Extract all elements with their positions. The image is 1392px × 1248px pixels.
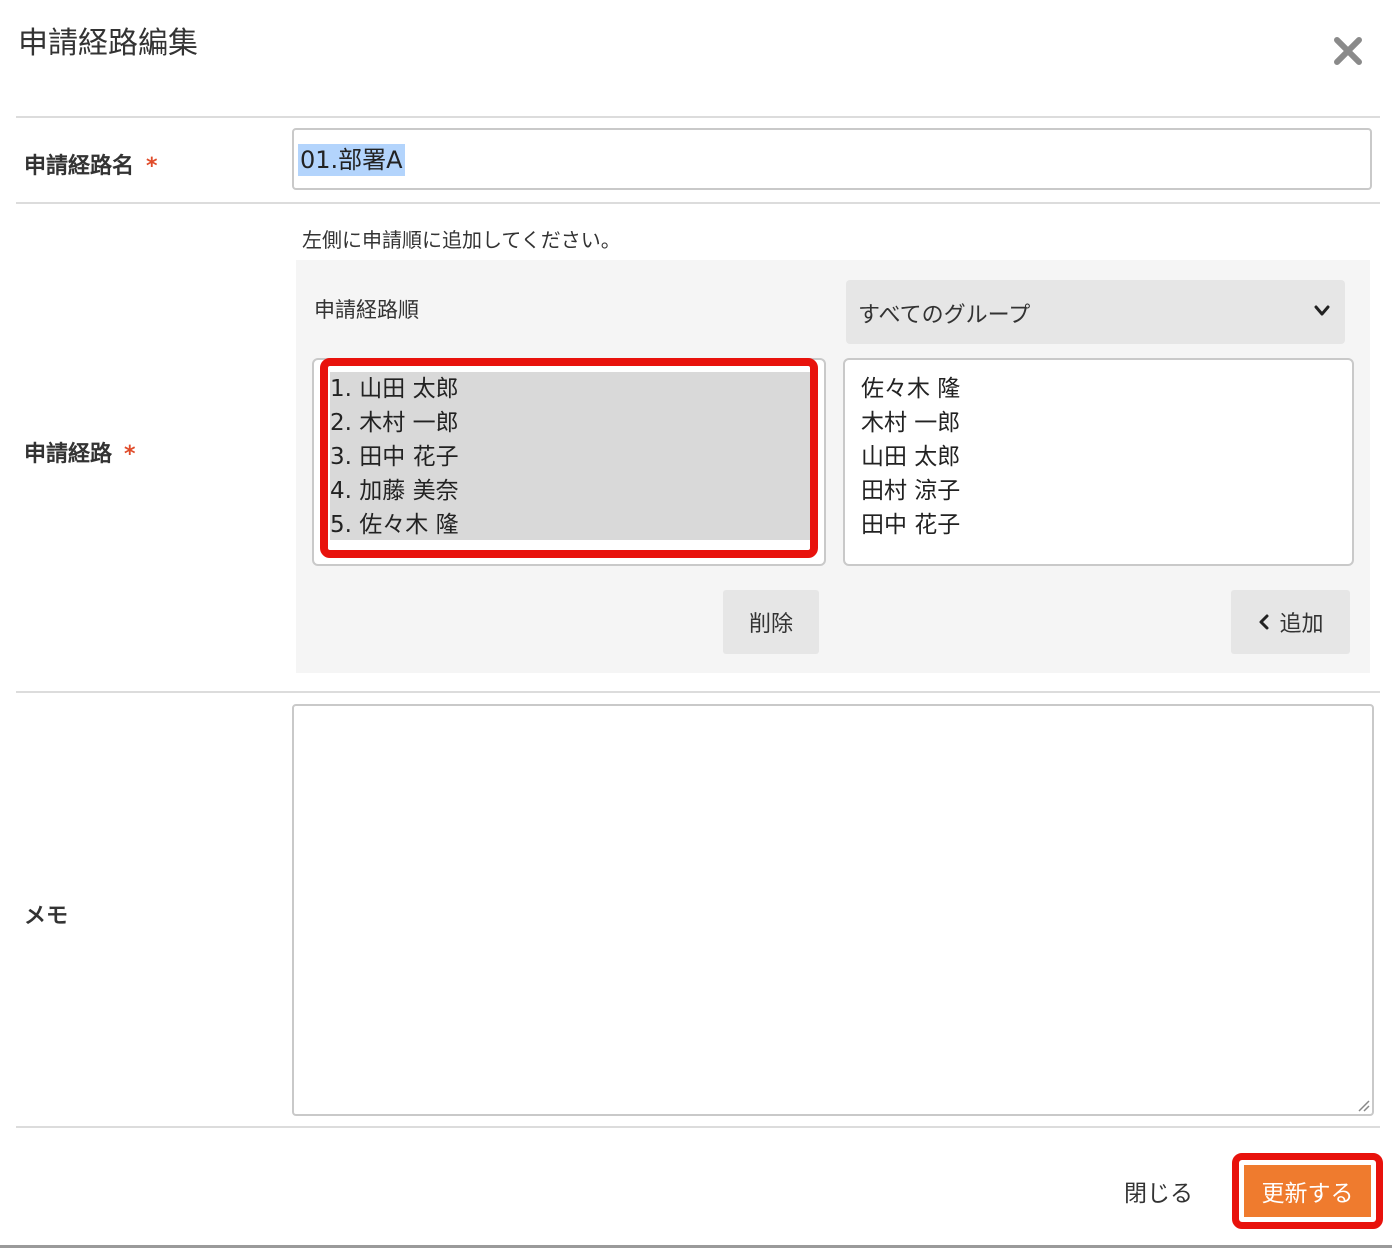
available-user-item[interactable]: 山田 太郎 [861,440,960,474]
add-button-label: 追加 [1279,612,1324,637]
close-button[interactable]: 閉じる [1124,1174,1193,1208]
route-name-value: 01.部署A [298,144,405,176]
divider [16,1126,1380,1128]
route-order-label: 申請経路順 [314,298,419,322]
route-label-text: 申請経路 [24,442,113,467]
required-mark: * [124,442,136,467]
route-order-list[interactable]: 1. 山田 太郎 2. 木村 一郎 3. 田中 花子 4. 加藤 美奈 5. 佐… [312,358,826,566]
divider [16,691,1380,693]
resize-grip-icon[interactable] [1356,1098,1370,1112]
chevron-left-icon [1259,614,1269,630]
memo-textarea[interactable] [292,704,1374,1116]
group-select-value: すべてのグループ [858,303,1031,328]
chevron-down-icon [1314,305,1330,316]
update-button[interactable]: 更新する [1244,1165,1371,1217]
available-user-item[interactable]: 田村 涼子 [861,474,960,508]
available-user-item[interactable]: 木村 一郎 [861,406,960,440]
required-mark: * [146,154,158,179]
divider [16,202,1380,204]
add-button[interactable]: 追加 [1231,590,1350,654]
divider [16,116,1380,118]
available-user-item[interactable]: 田中 花子 [861,508,960,542]
update-button-label: 更新する [1261,1181,1354,1207]
route-name-label: 申請経路名 * [24,148,158,180]
memo-label: メモ [24,904,69,929]
delete-button-label: 削除 [748,612,793,637]
route-name-label-text: 申請経路名 [24,154,135,179]
group-select[interactable]: すべてのグループ [846,280,1345,344]
available-users-list[interactable]: 佐々木 隆 木村 一郎 山田 太郎 田村 涼子 田中 花子 [843,358,1354,566]
close-icon[interactable] [1330,30,1366,70]
route-label: 申請経路 * [24,436,136,468]
highlight-box [320,358,818,558]
delete-button[interactable]: 削除 [723,590,819,654]
dialog-title: 申請経路編集 [18,26,198,61]
route-hint: 左側に申請順に追加してください。 [302,228,621,252]
available-user-item[interactable]: 佐々木 隆 [861,372,960,406]
route-name-input[interactable]: 01.部署A [292,128,1372,190]
